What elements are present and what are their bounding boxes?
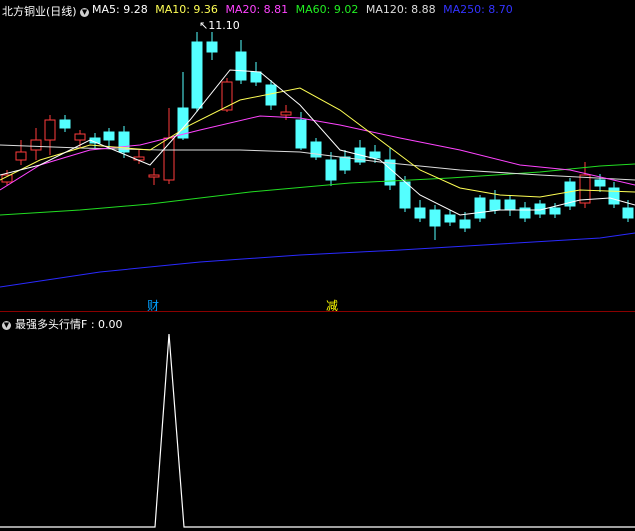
indicator-title: ▼ 最强多头行情F : 0.00 <box>2 316 123 332</box>
candlestick-chart <box>0 32 635 528</box>
candle-body <box>295 119 307 149</box>
candle-body <box>414 207 426 219</box>
candle-body <box>459 219 471 229</box>
candle-body <box>429 209 441 227</box>
ma5-label: MA5: 9.28 <box>92 3 148 16</box>
candle-body <box>15 151 27 161</box>
candle-body <box>622 207 634 219</box>
candle-body <box>148 174 160 178</box>
indicator-line <box>0 333 635 528</box>
ma60-label: MA60: 9.02 <box>295 3 359 16</box>
candle-body <box>579 174 591 204</box>
candle-body <box>444 214 456 223</box>
ma20-label: MA20: 8.81 <box>225 3 289 16</box>
candle-body <box>399 181 411 209</box>
candle-body <box>325 159 337 181</box>
candle-body <box>103 131 115 141</box>
candle-body <box>369 151 381 159</box>
candle-body <box>474 197 486 219</box>
candle-body <box>235 51 247 81</box>
candle-body <box>44 119 56 141</box>
candle-body <box>504 199 516 211</box>
ma120-label: MA120: 8.88 <box>365 3 436 16</box>
high-arrow-icon: ↖ <box>199 19 209 32</box>
candle-body <box>594 179 606 187</box>
candle-body <box>608 187 620 205</box>
ma250-line <box>0 232 635 288</box>
dropdown-icon[interactable]: ▼ <box>80 7 90 17</box>
panel-separator <box>0 311 635 312</box>
candle-body <box>191 41 203 109</box>
candle-body <box>489 199 501 211</box>
candle-body <box>30 139 42 151</box>
candle-body <box>339 156 351 171</box>
candle-body <box>250 71 262 83</box>
ma10-label: MA10: 9.36 <box>155 3 218 16</box>
indicator-label: 最强多头行情F : 0.00 <box>15 318 123 331</box>
stock-name: 北方铜业(日线) <box>2 5 77 18</box>
dropdown-icon[interactable]: ▼ <box>2 320 11 330</box>
candle-body <box>74 133 86 141</box>
candle-body <box>280 111 292 116</box>
ma250-label: MA250: 8.70 <box>443 3 513 16</box>
candle-body <box>221 81 233 111</box>
candle-body <box>549 207 561 215</box>
stock-title: 北方铜业(日线) ▼ <box>2 3 93 19</box>
candle-body <box>206 41 218 53</box>
candle-body <box>59 119 71 129</box>
ma-legend: MA5: 9.28 MA10: 9.36 MA20: 8.81 MA60: 9.… <box>92 3 517 16</box>
high-price-label: ↖11.10 <box>199 19 240 32</box>
